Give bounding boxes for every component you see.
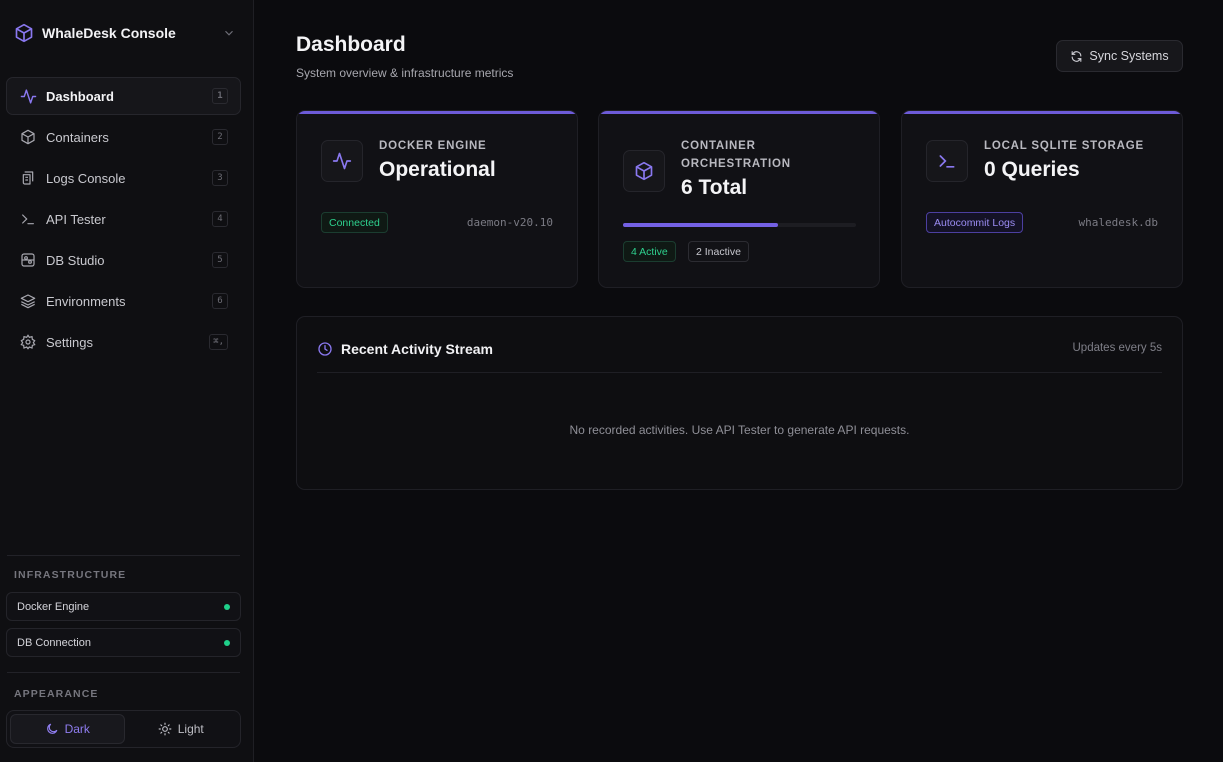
shortcut-hint: 6 [212, 293, 228, 309]
sidebar-item-label: Logs Console [46, 170, 126, 186]
card-label-line: ORCHESTRATION [681, 158, 791, 170]
card-label: DOCKER ENGINE [379, 140, 487, 152]
page-subtitle: System overview & infrastructure metrics [296, 66, 514, 80]
infra-item-docker-engine[interactable]: Docker Engine [6, 592, 241, 621]
scroll-icon [18, 168, 38, 188]
shortcut-hint: 3 [212, 170, 228, 186]
card-label-line: CONTAINER [681, 140, 756, 152]
cube-logo-icon [14, 23, 34, 43]
divider [7, 672, 240, 673]
sqlite-storage-card: LOCAL SQLITE STORAGE 0 Queries Autocommi… [901, 110, 1183, 288]
clock-icon [317, 341, 333, 357]
sidebar-item-label: API Tester [46, 211, 106, 227]
gear-icon [18, 332, 38, 352]
active-badge: 4 Active [623, 241, 676, 262]
theme-toggle: Dark Light [6, 710, 241, 748]
shortcut-hint: 4 [212, 211, 228, 227]
infra-item-label: DB Connection [17, 636, 91, 649]
sidebar-item-settings[interactable]: Settings ⌘, [6, 323, 241, 361]
active-containers-progress [623, 223, 856, 227]
terminal-icon [926, 140, 968, 182]
empty-state-message: No recorded activities. Use API Tester t… [569, 423, 910, 437]
container-orchestration-card: CONTAINER ORCHESTRATION 6 Total 4 Active… [598, 110, 880, 288]
database-icon [18, 250, 38, 270]
divider [317, 372, 1162, 373]
sync-systems-button[interactable]: Sync Systems [1056, 40, 1183, 72]
sidebar-item-label: Environments [46, 293, 126, 309]
infrastructure-section-title: INFRASTRUCTURE [14, 569, 127, 581]
sidebar-item-label: Settings [46, 334, 93, 350]
main-content: Dashboard System overview & infrastructu… [254, 0, 1223, 762]
terminal-icon [18, 209, 38, 229]
sidebar-item-db-studio[interactable]: DB Studio 5 [6, 241, 241, 279]
daemon-version: daemon-v20.10 [466, 216, 553, 229]
theme-light-label: Light [177, 722, 204, 736]
shortcut-hint: 1 [212, 88, 228, 104]
appearance-section-title: APPEARANCE [14, 688, 99, 700]
moon-icon [45, 722, 59, 736]
inactive-badge: 2 Inactive [688, 241, 749, 262]
card-value: 0 Queries [984, 158, 1080, 181]
card-value: Operational [379, 158, 496, 181]
status-dot [224, 603, 230, 610]
sidebar-item-api-tester[interactable]: API Tester 4 [6, 200, 241, 238]
shortcut-hint: ⌘, [209, 334, 228, 350]
box-icon [18, 127, 38, 147]
theme-dark-button[interactable]: Dark [10, 714, 125, 744]
infra-item-label: Docker Engine [17, 600, 90, 613]
shortcut-hint: 5 [212, 252, 228, 268]
docker-engine-card: DOCKER ENGINE Operational Connected daem… [296, 110, 578, 288]
database-filename: whaledesk.db [1078, 216, 1158, 229]
sidebar-item-logs-console[interactable]: Logs Console 3 [6, 159, 241, 197]
activity-header: Recent Activity Stream [317, 339, 493, 359]
status-dot [224, 639, 230, 646]
box-icon [623, 150, 665, 192]
chevron-down-icon[interactable] [222, 26, 236, 40]
sidebar-nav: Dashboard 1 Containers 2 Logs Console 3 … [6, 77, 241, 364]
sync-systems-label: Sync Systems [1089, 49, 1169, 63]
activity-icon [321, 140, 363, 182]
layers-icon [18, 291, 38, 311]
refresh-icon [1070, 50, 1083, 63]
workspace-switcher[interactable]: WhaleDesk Console [14, 22, 236, 44]
sidebar-item-environments[interactable]: Environments 6 [6, 282, 241, 320]
theme-dark-label: Dark [64, 722, 90, 736]
divider [7, 555, 240, 556]
sidebar: WhaleDesk Console Dashboard 1 Containers… [0, 0, 254, 762]
app-title: WhaleDesk Console [42, 25, 176, 41]
recent-activity-panel: Recent Activity Stream Updates every 5s … [296, 316, 1183, 490]
card-value: 6 Total [681, 176, 748, 199]
sidebar-item-containers[interactable]: Containers 2 [6, 118, 241, 156]
page-title: Dashboard [296, 33, 406, 56]
sidebar-item-dashboard[interactable]: Dashboard 1 [6, 77, 241, 115]
status-badge: Connected [321, 212, 388, 233]
activity-title: Recent Activity Stream [341, 341, 493, 357]
sidebar-item-label: DB Studio [46, 252, 105, 268]
activity-icon [18, 86, 38, 106]
progress-fill [623, 223, 779, 227]
theme-light-button[interactable]: Light [125, 714, 238, 744]
sidebar-item-label: Containers [46, 129, 109, 145]
update-interval-note: Updates every 5s [1072, 342, 1163, 354]
infra-item-db-connection[interactable]: DB Connection [6, 628, 241, 657]
card-label: LOCAL SQLITE STORAGE [984, 140, 1144, 152]
autocommit-badge: Autocommit Logs [926, 212, 1024, 233]
sidebar-item-label: Dashboard [46, 88, 114, 104]
card-label: CONTAINER ORCHESTRATION [681, 137, 791, 173]
shortcut-hint: 2 [212, 129, 228, 145]
sun-icon [158, 722, 172, 736]
